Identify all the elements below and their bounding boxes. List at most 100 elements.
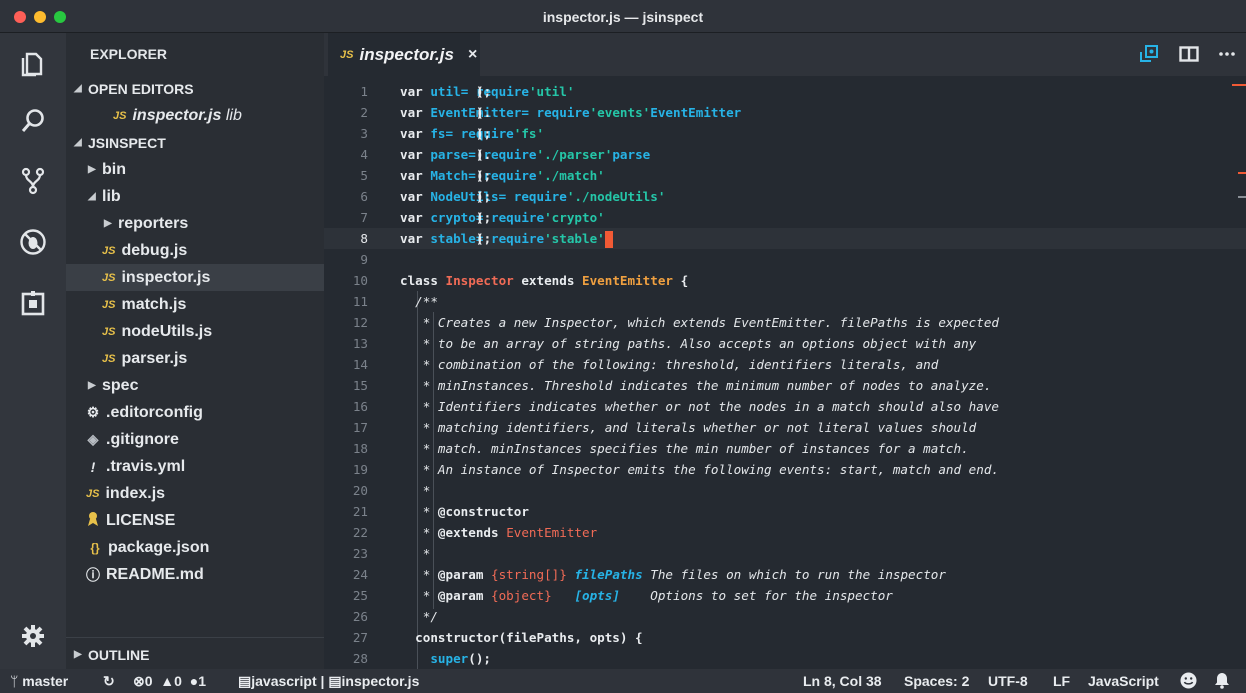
code-line[interactable]: 5 var Match = require('./match'); [324,165,1246,186]
tree-file-license[interactable]: LICENSE [66,507,324,534]
open-editor-inspector[interactable]: JS inspector.js lib [66,102,324,129]
code-token: ); [476,231,492,246]
eslint-javascript-item[interactable]: ▤javascript | ▤inspector.js [238,673,419,690]
code-comment: /** [400,294,438,309]
code-line[interactable]: 23 * [324,543,1246,564]
code-token: 'crypto' [544,210,605,225]
tree-file-inspector[interactable]: JS inspector.js [66,264,324,291]
settings-icon[interactable] [18,621,48,651]
indentation-setting[interactable]: Spaces: 2 [904,673,969,689]
code-text: var util = require('util'); [400,81,574,102]
code-line[interactable]: 27 constructor(filePaths, opts) { [324,627,1246,648]
open-editors-section[interactable]: ◢ OPEN EDITORS [66,75,324,102]
code-line[interactable]: 7 var crypto = require('crypto'); [324,207,1246,228]
code-editor[interactable]: 1 var util = require('util'); 2 var EventEm… [324,76,1246,669]
code-text: * An instance of Inspector emits the fol… [400,459,999,480]
eol-setting[interactable]: LF [1053,673,1070,689]
code-text: * @constructor [400,501,529,522]
tree-file-index[interactable]: JS index.js [66,480,324,507]
problems-indicator[interactable]: ⊗0 ▲0 ●1 [133,673,206,690]
tab-inspector-js[interactable]: JS inspector.js × [328,33,480,76]
code-line[interactable]: 20 * [324,480,1246,501]
branch-indicator[interactable]: ᛘ master [10,673,68,689]
tree-folder-lib[interactable]: ◢ lib [66,183,324,210]
code-token: EventEmitter [582,273,673,288]
branch-icon: ᛘ [10,673,19,689]
tree-folder-reporters[interactable]: ▶ reporters [66,210,324,237]
feedback-smiley-icon[interactable] [1180,672,1197,692]
code-line[interactable]: 12 * Creates a new Inspector, which exte… [324,312,1246,333]
code-token: ); [476,168,492,183]
tree-file-package[interactable]: {} package.json [66,534,324,561]
code-token: filePaths [574,567,643,582]
code-line[interactable]: 10 class Inspector extends EventEmitter { [324,270,1246,291]
code-token: extends [513,273,582,288]
code-line[interactable]: 21 * @constructor [324,501,1246,522]
tree-file-readme[interactable]: ⓘ README.md [66,561,324,588]
tree-file-nodeutils[interactable]: JS nodeUtils.js [66,318,324,345]
tree-folder-bin[interactable]: ▶ bin [66,156,324,183]
code-token: super [430,651,469,666]
sync-icon[interactable]: ↻ [103,673,115,690]
code-line[interactable]: 13 * to be an array of string paths. Als… [324,333,1246,354]
tree-file-match[interactable]: JS match.js [66,291,324,318]
code-line[interactable]: 26 */ [324,606,1246,627]
extensions-icon[interactable] [18,289,48,319]
code-text: var parse = require('./parser'). parse; [400,144,650,165]
code-line[interactable]: 2 var EventEmitter = require('events'). Ev… [324,102,1246,123]
tree-file-gitignore[interactable]: ◈ .gitignore [66,426,324,453]
code-line[interactable]: 15 * minInstances. Threshold indicates t… [324,375,1246,396]
code-line[interactable]: 14 * combination of the following: thres… [324,354,1246,375]
line-number: 25 [352,588,368,603]
code-token: var [400,210,431,225]
tree-file-editorconfig[interactable]: ⚙ .editorconfig [66,399,324,426]
language-mode[interactable]: JavaScript [1088,673,1159,689]
activity-bar [0,33,66,669]
files-icon[interactable] [18,49,48,79]
line-number: 26 [352,609,368,624]
notifications-bell-icon[interactable] [1214,672,1230,692]
code-text: super(); [400,648,491,669]
tree-file-parser[interactable]: JS parser.js [66,345,324,372]
code-text: * [400,480,431,501]
tree-file-travis[interactable]: ! .travis.yml [66,453,324,480]
debug-icon[interactable] [18,227,48,257]
code-line[interactable]: 1 var util = require('util'); [324,81,1246,102]
more-actions-icon[interactable] [1217,45,1237,63]
code-line[interactable]: 19 * An instance of Inspector emits the … [324,459,1246,480]
code-comment: */ [400,609,438,624]
outline-section[interactable]: ▶ OUTLINE [66,641,324,668]
code-line[interactable]: 24 * @param {string[]} filePaths The fil… [324,564,1246,585]
tree-folder-spec[interactable]: ▶ spec [66,372,324,399]
open-changes-icon[interactable] [1139,45,1159,63]
cursor-position[interactable]: Ln 8, Col 38 [803,673,882,689]
search-icon[interactable] [18,106,48,136]
close-icon[interactable]: × [468,46,477,64]
code-line[interactable]: 6 var NodeUtils = require('./nodeUtils'); [324,186,1246,207]
encoding-setting[interactable]: UTF-8 [988,673,1028,689]
js-file-icon: JS [102,298,116,311]
tree-file-debug[interactable]: JS debug.js [66,237,324,264]
split-editor-icon[interactable] [1179,45,1199,63]
code-line[interactable]: 11 /** [324,291,1246,312]
code-line[interactable]: 22 * @extends EventEmitter [324,522,1246,543]
chevron-down-icon: ◢ [88,191,96,202]
code-line[interactable]: 16 * Identifiers indicates whether or no… [324,396,1246,417]
source-control-icon[interactable] [18,166,48,196]
code-line[interactable]: 17 * matching identifiers, and literals … [324,417,1246,438]
code-line[interactable]: 4 var parse = require('./parser'). parse; [324,144,1246,165]
code-line[interactable]: 8 var stable = require('stable'); [324,228,1246,249]
code-token: Options to set for the inspector [619,588,893,603]
code-token: @param [437,567,484,582]
code-line[interactable]: 25 * @param {object} [opts] Options to s… [324,585,1246,606]
line-number: 14 [352,357,368,372]
code-comment: * [400,546,431,561]
code-line[interactable]: 3 var fs = require('fs'); [324,123,1246,144]
code-token: var [400,105,431,120]
line-number: 10 [352,273,368,288]
code-line[interactable]: 28 super(); [324,648,1246,669]
project-section[interactable]: ◢ JSINSPECT [66,129,324,156]
code-line[interactable]: 18 * match. minInstances specifies the m… [324,438,1246,459]
code-line[interactable]: 9 [324,249,1246,270]
explorer-sidebar: EXPLORER ◢ OPEN EDITORS JS inspector.js … [66,33,324,669]
